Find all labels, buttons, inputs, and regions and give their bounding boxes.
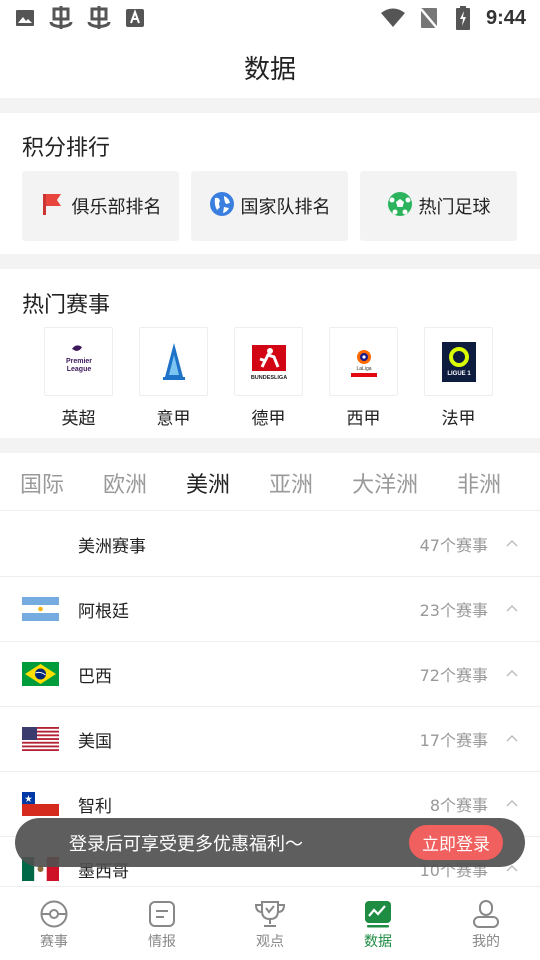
league-name: 法甲 <box>441 409 476 429</box>
chile-flag-icon <box>22 792 59 816</box>
list-item-count: 8个赛事 <box>429 796 488 815</box>
tab-asia[interactable]: 亚洲 <box>269 467 313 499</box>
login-promo-toast: 登录后可享受更多优惠福利～ 立即登录 <box>15 818 525 867</box>
svg-text:LIGUE 1: LIGUE 1 <box>447 371 471 377</box>
svg-text:League: League <box>66 366 91 373</box>
league-name: 意甲 <box>156 409 191 429</box>
chart-icon <box>365 901 391 928</box>
login-now-button[interactable]: 立即登录 <box>409 825 503 860</box>
nav-label: 赛事 <box>40 934 68 950</box>
login-promo-text: 登录后可享受更多优惠福利～ <box>69 833 303 855</box>
trophy-icon <box>254 901 286 927</box>
league-bundesliga[interactable]: BUNDESLIGA 德甲 <box>234 327 303 429</box>
page-title: 数据 <box>243 54 296 85</box>
list-item-name: 智利 <box>78 796 112 817</box>
list-item-name: 美国 <box>78 731 112 752</box>
battery-charging-icon <box>452 6 474 30</box>
list-item-count: 23个赛事 <box>419 601 488 620</box>
app-notification-icon <box>86 6 112 29</box>
document-icon <box>149 901 175 927</box>
league-serie-a[interactable]: 意甲 <box>139 327 208 429</box>
soccer-ball-icon <box>40 900 68 928</box>
usa-flag-icon <box>22 727 59 751</box>
national-team-ranking-button[interactable]: 国家队排名 <box>191 171 348 241</box>
ranking-buttons: 俱乐部排名 国家队排名 热门足球 <box>22 171 517 241</box>
nav-events[interactable]: 赛事 <box>0 887 108 960</box>
bottom-navigation: 赛事 情报 观点 数据 我的 <box>0 886 540 960</box>
tab-africa[interactable]: 非洲 <box>457 467 501 499</box>
nav-label: 观点 <box>256 934 284 950</box>
bundesliga-logo: BUNDESLIGA <box>234 327 303 396</box>
nav-opinions[interactable]: 观点 <box>216 887 324 960</box>
no-signal-icon <box>418 7 440 29</box>
wifi-icon <box>380 7 406 29</box>
list-item[interactable]: 美国 17个赛事 <box>0 707 540 772</box>
hot-events-section-title: 热门赛事 <box>22 293 111 318</box>
section-divider <box>0 254 540 269</box>
hot-football-label: 热门足球 <box>418 197 491 218</box>
nav-mine[interactable]: 我的 <box>432 887 540 960</box>
chevron-up-icon <box>506 800 518 807</box>
league-laliga[interactable]: LaLiga 西甲 <box>329 327 398 429</box>
keyboard-a-icon <box>124 7 146 29</box>
tab-americas[interactable]: 美洲 <box>186 467 230 499</box>
tab-oceania[interactable]: 大洋洲 <box>352 467 418 499</box>
person-icon <box>473 900 499 928</box>
laliga-logo: LaLiga <box>329 327 398 396</box>
league-list: Premier League 英超 意甲 BUNDESLIGA 德甲 LaLiga… <box>44 327 493 429</box>
league-name: 德甲 <box>251 409 286 429</box>
ligue-1-logo: LIGUE 1 <box>424 327 493 396</box>
argentina-flag-icon <box>22 597 59 621</box>
brazil-flag-icon <box>22 662 59 686</box>
nav-intel[interactable]: 情报 <box>108 887 216 960</box>
section-divider <box>0 438 540 453</box>
nav-label: 数据 <box>364 934 392 950</box>
serie-a-logo <box>139 327 208 396</box>
soccer-ball-icon <box>387 191 413 222</box>
tab-international[interactable]: 国际 <box>20 467 64 499</box>
svg-text:LaLiga: LaLiga <box>356 366 371 372</box>
club-ranking-label: 俱乐部排名 <box>71 197 162 218</box>
status-bar: 9:44 <box>0 0 540 36</box>
list-item[interactable]: 阿根廷 23个赛事 <box>0 577 540 642</box>
league-name: 英超 <box>61 409 96 429</box>
list-item-name: 巴西 <box>78 666 112 687</box>
flag-icon <box>40 191 66 222</box>
league-name: 西甲 <box>346 409 381 429</box>
nav-data[interactable]: 数据 <box>324 887 432 960</box>
chevron-up-icon <box>506 605 518 612</box>
list-item-count: 17个赛事 <box>419 731 488 750</box>
league-premier-league[interactable]: Premier League 英超 <box>44 327 113 429</box>
national-team-ranking-label: 国家队排名 <box>240 197 331 218</box>
league-ligue-1[interactable]: LIGUE 1 法甲 <box>424 327 493 429</box>
list-item[interactable]: 巴西 72个赛事 <box>0 642 540 707</box>
chevron-up-icon <box>506 540 518 547</box>
premier-league-logo: Premier League <box>44 327 113 396</box>
club-ranking-button[interactable]: 俱乐部排名 <box>22 171 179 241</box>
section-divider <box>0 98 540 113</box>
nav-label: 情报 <box>148 934 176 950</box>
app-notification-icon <box>48 6 74 29</box>
tab-europe[interactable]: 欧洲 <box>103 467 147 499</box>
chevron-up-icon <box>506 670 518 677</box>
ranking-section-title: 积分排行 <box>22 136 111 161</box>
hot-football-button[interactable]: 热门足球 <box>360 171 517 241</box>
nav-label: 我的 <box>472 934 500 950</box>
list-item-count: 47个赛事 <box>419 536 488 555</box>
list-item[interactable]: 美洲赛事 47个赛事 <box>0 512 540 577</box>
region-tabs: 国际 欧洲 美洲 亚洲 大洋洲 非洲 洲 <box>0 455 540 511</box>
clock-time: 9:44 <box>485 6 526 29</box>
globe-icon <box>209 191 235 222</box>
svg-text:BUNDESLIGA: BUNDESLIGA <box>250 375 286 381</box>
gallery-icon <box>14 7 36 29</box>
list-item-name: 阿根廷 <box>78 601 129 622</box>
list-item-name: 美洲赛事 <box>78 536 146 557</box>
chevron-up-icon <box>506 735 518 742</box>
list-item-count: 72个赛事 <box>419 666 488 685</box>
svg-text:Premier: Premier <box>65 358 91 365</box>
